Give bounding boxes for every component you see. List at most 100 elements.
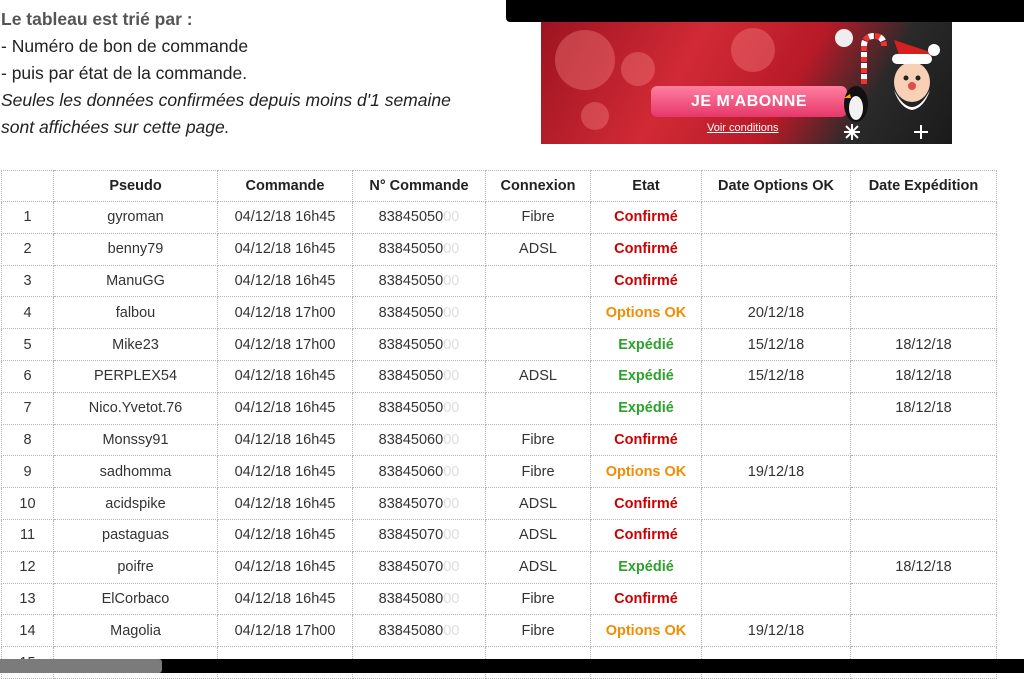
num-commande-value: 83845080 (378, 590, 444, 607)
num-commande-masked-digits: 00 (443, 209, 460, 226)
connexion-cell (485, 296, 591, 330)
num-commande-value: 83845050 (378, 400, 444, 417)
etat-cell: Expédié (590, 328, 702, 361)
num-commande-masked-digits: 00 (443, 431, 460, 448)
num-commande-value: 83845060 (378, 431, 444, 448)
sort-criterion-2: - puis par état de la commande. (1, 63, 248, 83)
etat-cell: Confirmé (590, 264, 702, 298)
num-commande-value: 83845070 (378, 559, 444, 576)
etat-cell: Options OK (590, 296, 702, 330)
date-expedition-cell: 18/12/18 (850, 550, 997, 584)
num-commande-masked-digits: 00 (443, 463, 460, 480)
subscribe-button[interactable]: JE M'ABONNE (651, 86, 847, 117)
col-header-date-expedition[interactable]: Date Expédition (850, 170, 997, 202)
date-expedition-cell (850, 614, 997, 648)
num-commande-cell: 8384507000 (352, 518, 486, 552)
table-row: 8 Monssy91 04/12/18 16h45 8384506000 Fibre Co… (1, 423, 997, 457)
connexion-cell: Fibre (485, 614, 591, 648)
pseudo-cell: acidspike (53, 487, 218, 520)
num-commande-value: 83845070 (378, 495, 444, 512)
date-options-cell: 15/12/18 (701, 328, 851, 361)
table-row: 9 sadhomma 04/12/18 16h45 8384506000 Fibre Op… (1, 455, 997, 489)
data-note-line-1: Seules les données confirmées depuis moi… (1, 90, 451, 110)
num-commande-cell: 8384508000 (352, 614, 486, 648)
row-index: 2 (1, 232, 54, 266)
col-header-pseudo[interactable]: Pseudo (53, 170, 218, 202)
date-options-cell: 20/12/18 (701, 296, 851, 330)
col-header-commande[interactable]: Commande (217, 170, 353, 202)
row-index: 3 (1, 264, 54, 298)
date-options-cell (701, 264, 851, 298)
pseudo-cell: benny79 (53, 232, 218, 266)
etat-cell: Options OK (590, 455, 702, 489)
date-expedition-cell (850, 423, 997, 457)
col-header-connexion[interactable]: Connexion (485, 170, 591, 202)
col-header-index[interactable] (1, 170, 54, 202)
row-index: 14 (1, 614, 54, 648)
num-commande-cell: 8384505000 (352, 359, 486, 393)
connexion-cell: ADSL (485, 487, 591, 520)
etat-cell: Options OK (590, 614, 702, 648)
col-header-etat[interactable]: Etat (590, 170, 702, 202)
bokeh-decoration (621, 52, 655, 86)
etat-cell: Confirmé (590, 201, 702, 234)
num-commande-cell: 8384506000 (352, 423, 486, 457)
etat-cell: Expédié (590, 359, 702, 393)
date-expedition-cell (850, 201, 997, 234)
date-options-cell: 15/12/18 (701, 359, 851, 393)
conditions-link[interactable]: Voir conditions (707, 122, 779, 134)
date-options-cell (701, 550, 851, 584)
pseudo-cell: falbou (53, 296, 218, 330)
etat-cell: Expédié (590, 550, 702, 584)
num-commande-cell: 8384505000 (352, 328, 486, 361)
row-index: 6 (1, 359, 54, 393)
num-commande-cell: 8384508000 (352, 582, 486, 616)
num-commande-masked-digits: 00 (443, 304, 460, 321)
date-expedition-cell (850, 518, 997, 552)
date-options-cell (701, 232, 851, 266)
etat-cell: Confirmé (590, 423, 702, 457)
num-commande-value: 83845050 (378, 241, 444, 258)
connexion-cell (485, 328, 591, 361)
row-index: 9 (1, 455, 54, 489)
commande-cell: 04/12/18 16h45 (217, 391, 353, 425)
connexion-cell: Fibre (485, 582, 591, 616)
num-commande-masked-digits: 00 (443, 590, 460, 607)
pseudo-cell: PERPLEX54 (53, 359, 218, 393)
date-expedition-cell (850, 296, 997, 330)
col-header-num-commande[interactable]: N° Commande (352, 170, 486, 202)
table-row: 12 poifre 04/12/18 16h45 8384507000 ADSL Expé… (1, 550, 997, 584)
row-index: 12 (1, 550, 54, 584)
scrollbar-thumb[interactable] (0, 659, 162, 673)
pseudo-cell: ElCorbaco (53, 582, 218, 616)
col-header-date-options[interactable]: Date Options OK (701, 170, 851, 202)
num-commande-masked-digits: 00 (443, 495, 460, 512)
table-row: 11 pastaguas 04/12/18 16h45 8384507000 ADSL C… (1, 518, 997, 552)
date-options-cell (701, 582, 851, 616)
num-commande-value: 83845050 (378, 272, 444, 289)
commande-cell: 04/12/18 17h00 (217, 614, 353, 648)
row-index: 11 (1, 518, 54, 552)
horizontal-scrollbar[interactable] (0, 659, 1024, 673)
commande-cell: 04/12/18 16h45 (217, 582, 353, 616)
num-commande-cell: 8384505000 (352, 391, 486, 425)
etat-cell: Confirmé (590, 518, 702, 552)
date-options-cell: 19/12/18 (701, 455, 851, 489)
num-commande-value: 83845050 (378, 368, 444, 385)
ad-banner[interactable]: JE M'ABONNE Voir conditions (541, 22, 952, 144)
num-commande-cell: 8384506000 (352, 455, 486, 489)
row-index: 5 (1, 328, 54, 361)
date-options-cell (701, 518, 851, 552)
num-commande-value: 83845060 (378, 463, 444, 480)
etat-cell: Confirmé (590, 582, 702, 616)
commande-cell: 04/12/18 16h45 (217, 201, 353, 234)
date-expedition-cell: 18/12/18 (850, 328, 997, 361)
row-index: 4 (1, 296, 54, 330)
num-commande-masked-digits: 00 (443, 368, 460, 385)
pseudo-cell: Mike23 (53, 328, 218, 361)
connexion-cell: Fibre (485, 201, 591, 234)
santa-illustration-icon (835, 29, 940, 140)
date-expedition-cell (850, 487, 997, 520)
pseudo-cell: Magolia (53, 614, 218, 648)
commande-cell: 04/12/18 16h45 (217, 550, 353, 584)
